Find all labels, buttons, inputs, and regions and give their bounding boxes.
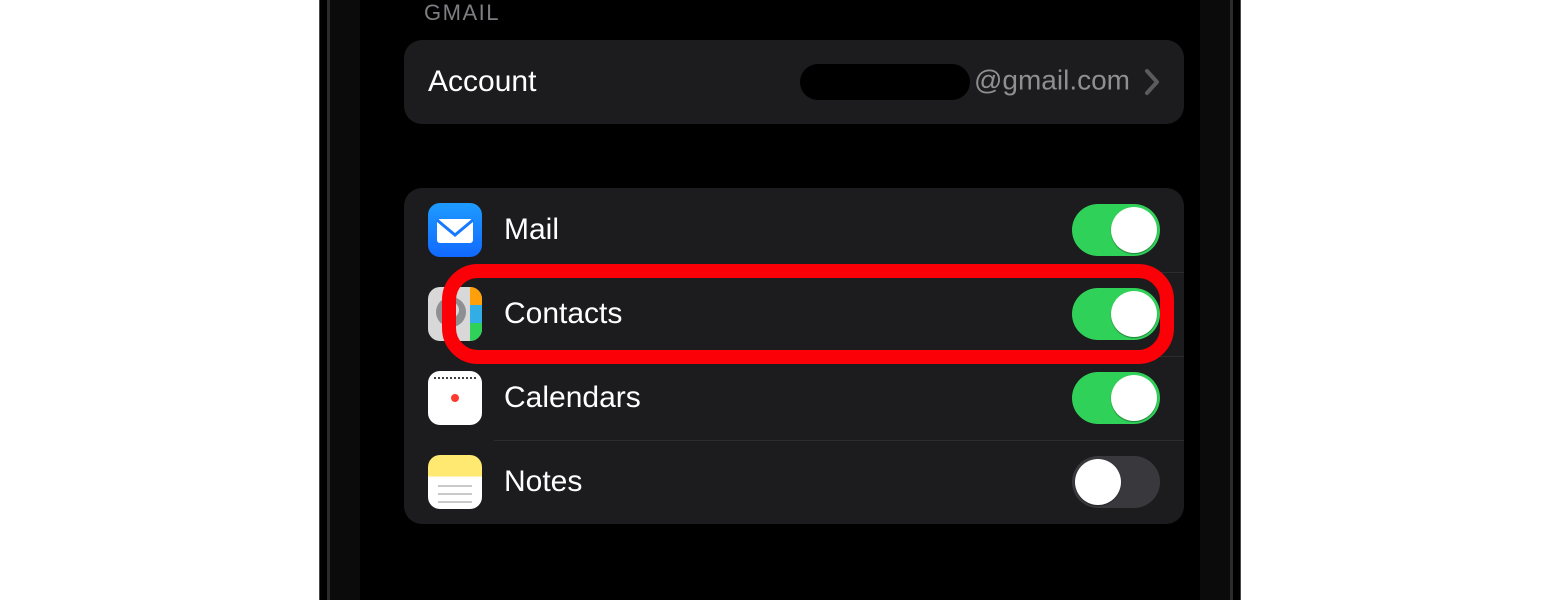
account-row[interactable]: Account @gmail.com (404, 40, 1184, 124)
service-label: Mail (504, 213, 559, 247)
account-value: @gmail.com (800, 64, 1130, 100)
account-group: Account @gmail.com (404, 40, 1184, 124)
contacts-app-icon (428, 287, 482, 341)
account-value-wrap: @gmail.com (800, 64, 1160, 100)
notes-app-icon (428, 455, 482, 509)
phone-screen: GMAIL Account @gmail.com (360, 0, 1200, 600)
services-group: Mail Contacts Calendars (404, 188, 1184, 524)
service-row-notes: Notes (404, 440, 1184, 524)
calendars-app-icon (428, 371, 482, 425)
settings-account-view: GMAIL Account @gmail.com (404, 0, 1184, 600)
calendars-toggle[interactable] (1072, 372, 1160, 424)
service-label: Calendars (504, 381, 641, 415)
mail-toggle[interactable] (1072, 204, 1160, 256)
mail-app-icon (428, 203, 482, 257)
service-label: Notes (504, 465, 582, 499)
notes-toggle[interactable] (1072, 456, 1160, 508)
contacts-toggle[interactable] (1072, 288, 1160, 340)
account-value-redacted (800, 64, 970, 100)
service-label: Contacts (504, 297, 622, 331)
stage: GMAIL Account @gmail.com (0, 0, 1560, 600)
service-row-calendars: Calendars (404, 356, 1184, 440)
chevron-right-icon (1144, 68, 1160, 96)
section-header-gmail: GMAIL (404, 0, 1184, 40)
group-spacer (404, 124, 1184, 188)
service-row-mail: Mail (404, 188, 1184, 272)
account-label: Account (428, 65, 536, 99)
service-row-contacts: Contacts (404, 272, 1184, 356)
